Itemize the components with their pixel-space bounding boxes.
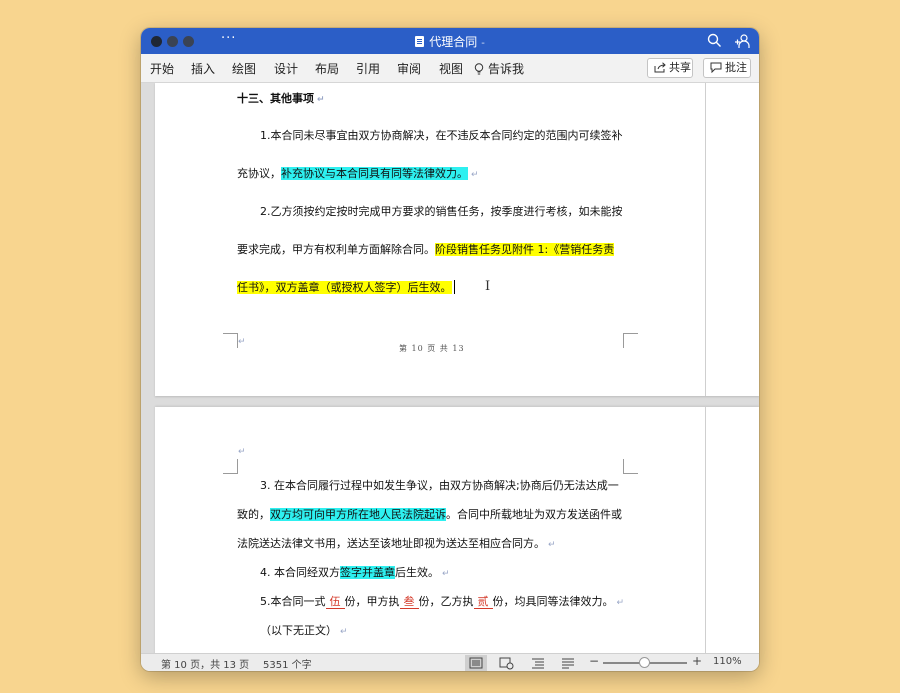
comment-button[interactable]: 批注 xyxy=(703,58,751,78)
clause-1-line-2: 充协议，补充协议与本合同具有同等法律效力。 ↵ xyxy=(237,167,479,180)
no-more-text-note: （以下无正文） ↵ xyxy=(260,624,348,637)
document-canvas[interactable]: 十三、其他事项 ↵ 1.本合同未尽事宜由双方协商解决，在不违反本合同约定的范围内可… xyxy=(141,83,759,653)
status-bar: 第 10 页，共 13 页 5351 个字 − + 110% xyxy=(141,653,759,671)
tab-draw[interactable]: 绘图 xyxy=(232,60,256,77)
clause-2-line-3: 任书》，双方盖章（或授权人签字）后生效。 xyxy=(237,279,455,295)
share-button[interactable]: 共享 xyxy=(647,58,693,78)
margin-line xyxy=(705,83,706,396)
clause-3-line-1: 3. 在本合同履行过程中如发生争议，由双方协商解决;协商后仍无法达成一 xyxy=(260,479,619,492)
draft-view-icon[interactable] xyxy=(557,655,579,671)
tab-review[interactable]: 审阅 xyxy=(397,60,421,77)
ribbon-tabs: 开始 插入 绘图 设计 布局 引用 审阅 视图 告诉我 共享 批注 xyxy=(141,54,759,83)
copies-party-b: 贰 xyxy=(473,595,493,609)
clause-5: 5.本合同一式伍份，甲方执叁份，乙方执贰份，均具同等法律效力。 ↵ xyxy=(260,595,625,609)
tab-home[interactable]: 开始 xyxy=(150,60,174,77)
document-title[interactable]: 代理合同 - xyxy=(141,33,759,50)
tab-layout[interactable]: 布局 xyxy=(315,60,339,77)
share-icon xyxy=(654,62,666,73)
ibeam-cursor-icon: I xyxy=(485,279,491,294)
section-heading: 十三、其他事项 ↵ xyxy=(237,92,325,105)
highlight-cyan: 补充协议与本合同具有同等法律效力。 xyxy=(281,167,468,180)
highlight-yellow: 阶段销售任务见附件 1:《营销任务责 xyxy=(435,243,615,256)
tab-view[interactable]: 视图 xyxy=(439,60,463,77)
highlight-yellow: 任书》，双方盖章（或授权人签字）后生效。 xyxy=(237,281,452,294)
paragraph-mark: ↵ xyxy=(471,170,479,180)
share-label: 共享 xyxy=(669,61,691,74)
paragraph-mark: ↵ xyxy=(442,569,450,579)
paragraph-mark: ↵ xyxy=(238,447,246,457)
clause-3-line-2: 致的，双方均可向甲方所在地人民法院起诉。合同中所载地址为双方发送函件或 xyxy=(237,508,622,521)
zoom-slider-thumb[interactable] xyxy=(639,657,650,668)
paragraph-mark: ↵ xyxy=(548,540,556,550)
comment-icon xyxy=(710,62,722,74)
copies-party-a: 叁 xyxy=(399,595,419,609)
clause-3-line-3: 法院送达法律文书用，送达至该地址即视为送达至相应合同方。 ↵ xyxy=(237,537,556,550)
highlight-cyan: 签字并盖章 xyxy=(340,566,395,579)
document-title-text: 代理合同 xyxy=(429,35,478,49)
page-10[interactable]: 十三、其他事项 ↵ 1.本合同未尽事宜由双方协商解决，在不违反本合同约定的范围内可… xyxy=(155,83,759,396)
comment-label: 批注 xyxy=(725,61,747,74)
clause-1-line-1: 1.本合同未尽事宜由双方协商解决，在不违反本合同约定的范围内可续签补 xyxy=(260,129,623,142)
tell-me-label: 告诉我 xyxy=(488,62,525,76)
paragraph-mark: ↵ xyxy=(340,627,348,637)
word-count[interactable]: 5351 个字 xyxy=(263,656,312,671)
outline-view-icon[interactable] xyxy=(527,655,549,671)
margin-corner-mark xyxy=(623,333,638,348)
search-icon[interactable] xyxy=(707,33,722,48)
margin-corner-mark xyxy=(223,333,238,348)
paragraph-mark: ↵ xyxy=(317,95,325,105)
web-layout-icon[interactable] xyxy=(495,655,517,671)
clause-2-line-2: 要求完成，甲方有权利单方面解除合同。阶段销售任务见附件 1:《营销任务责 xyxy=(237,243,615,256)
margin-corner-mark xyxy=(223,459,238,474)
title-caret: - xyxy=(481,38,485,49)
tab-design[interactable]: 设计 xyxy=(274,60,298,77)
lightbulb-icon xyxy=(474,63,484,75)
text-cursor xyxy=(453,280,455,294)
word-window: ··· 代理合同 - 开始 插入 绘图 设计 布局 引用 审阅 视图 告诉我 共… xyxy=(141,28,759,671)
highlight-cyan: 双方均可向甲方所在地人民法院起诉 xyxy=(270,508,446,521)
clause-2-line-1: 2.乙方须按约定按时完成甲方要求的销售任务，按季度进行考核，如未能按 xyxy=(260,205,623,218)
print-layout-icon[interactable] xyxy=(465,655,487,671)
share-people-icon[interactable] xyxy=(734,33,750,49)
page-footer: 第 10 页 共 13 xyxy=(399,344,465,353)
tab-insert[interactable]: 插入 xyxy=(191,60,215,77)
document-icon xyxy=(415,36,425,47)
copies-total: 伍 xyxy=(325,595,345,609)
margin-line xyxy=(705,407,706,653)
clause-4: 4. 本合同经双方签字并盖章后生效。 ↵ xyxy=(260,566,450,579)
page-indicator[interactable]: 第 10 页，共 13 页 xyxy=(161,656,249,671)
title-bar: ··· 代理合同 - xyxy=(141,28,759,54)
margin-corner-mark xyxy=(623,459,638,474)
zoom-in-button[interactable]: + xyxy=(692,654,702,668)
tab-references[interactable]: 引用 xyxy=(356,60,380,77)
tell-me-box[interactable]: 告诉我 xyxy=(474,60,524,77)
paragraph-mark: ↵ xyxy=(238,337,246,347)
zoom-out-button[interactable]: − xyxy=(589,654,599,668)
paragraph-mark: ↵ xyxy=(616,598,625,608)
page-11[interactable]: ↵ 3. 在本合同履行过程中如发生争议，由双方协商解决;协商后仍无法达成一 致的… xyxy=(155,407,759,653)
zoom-percentage[interactable]: 110% xyxy=(713,656,742,667)
